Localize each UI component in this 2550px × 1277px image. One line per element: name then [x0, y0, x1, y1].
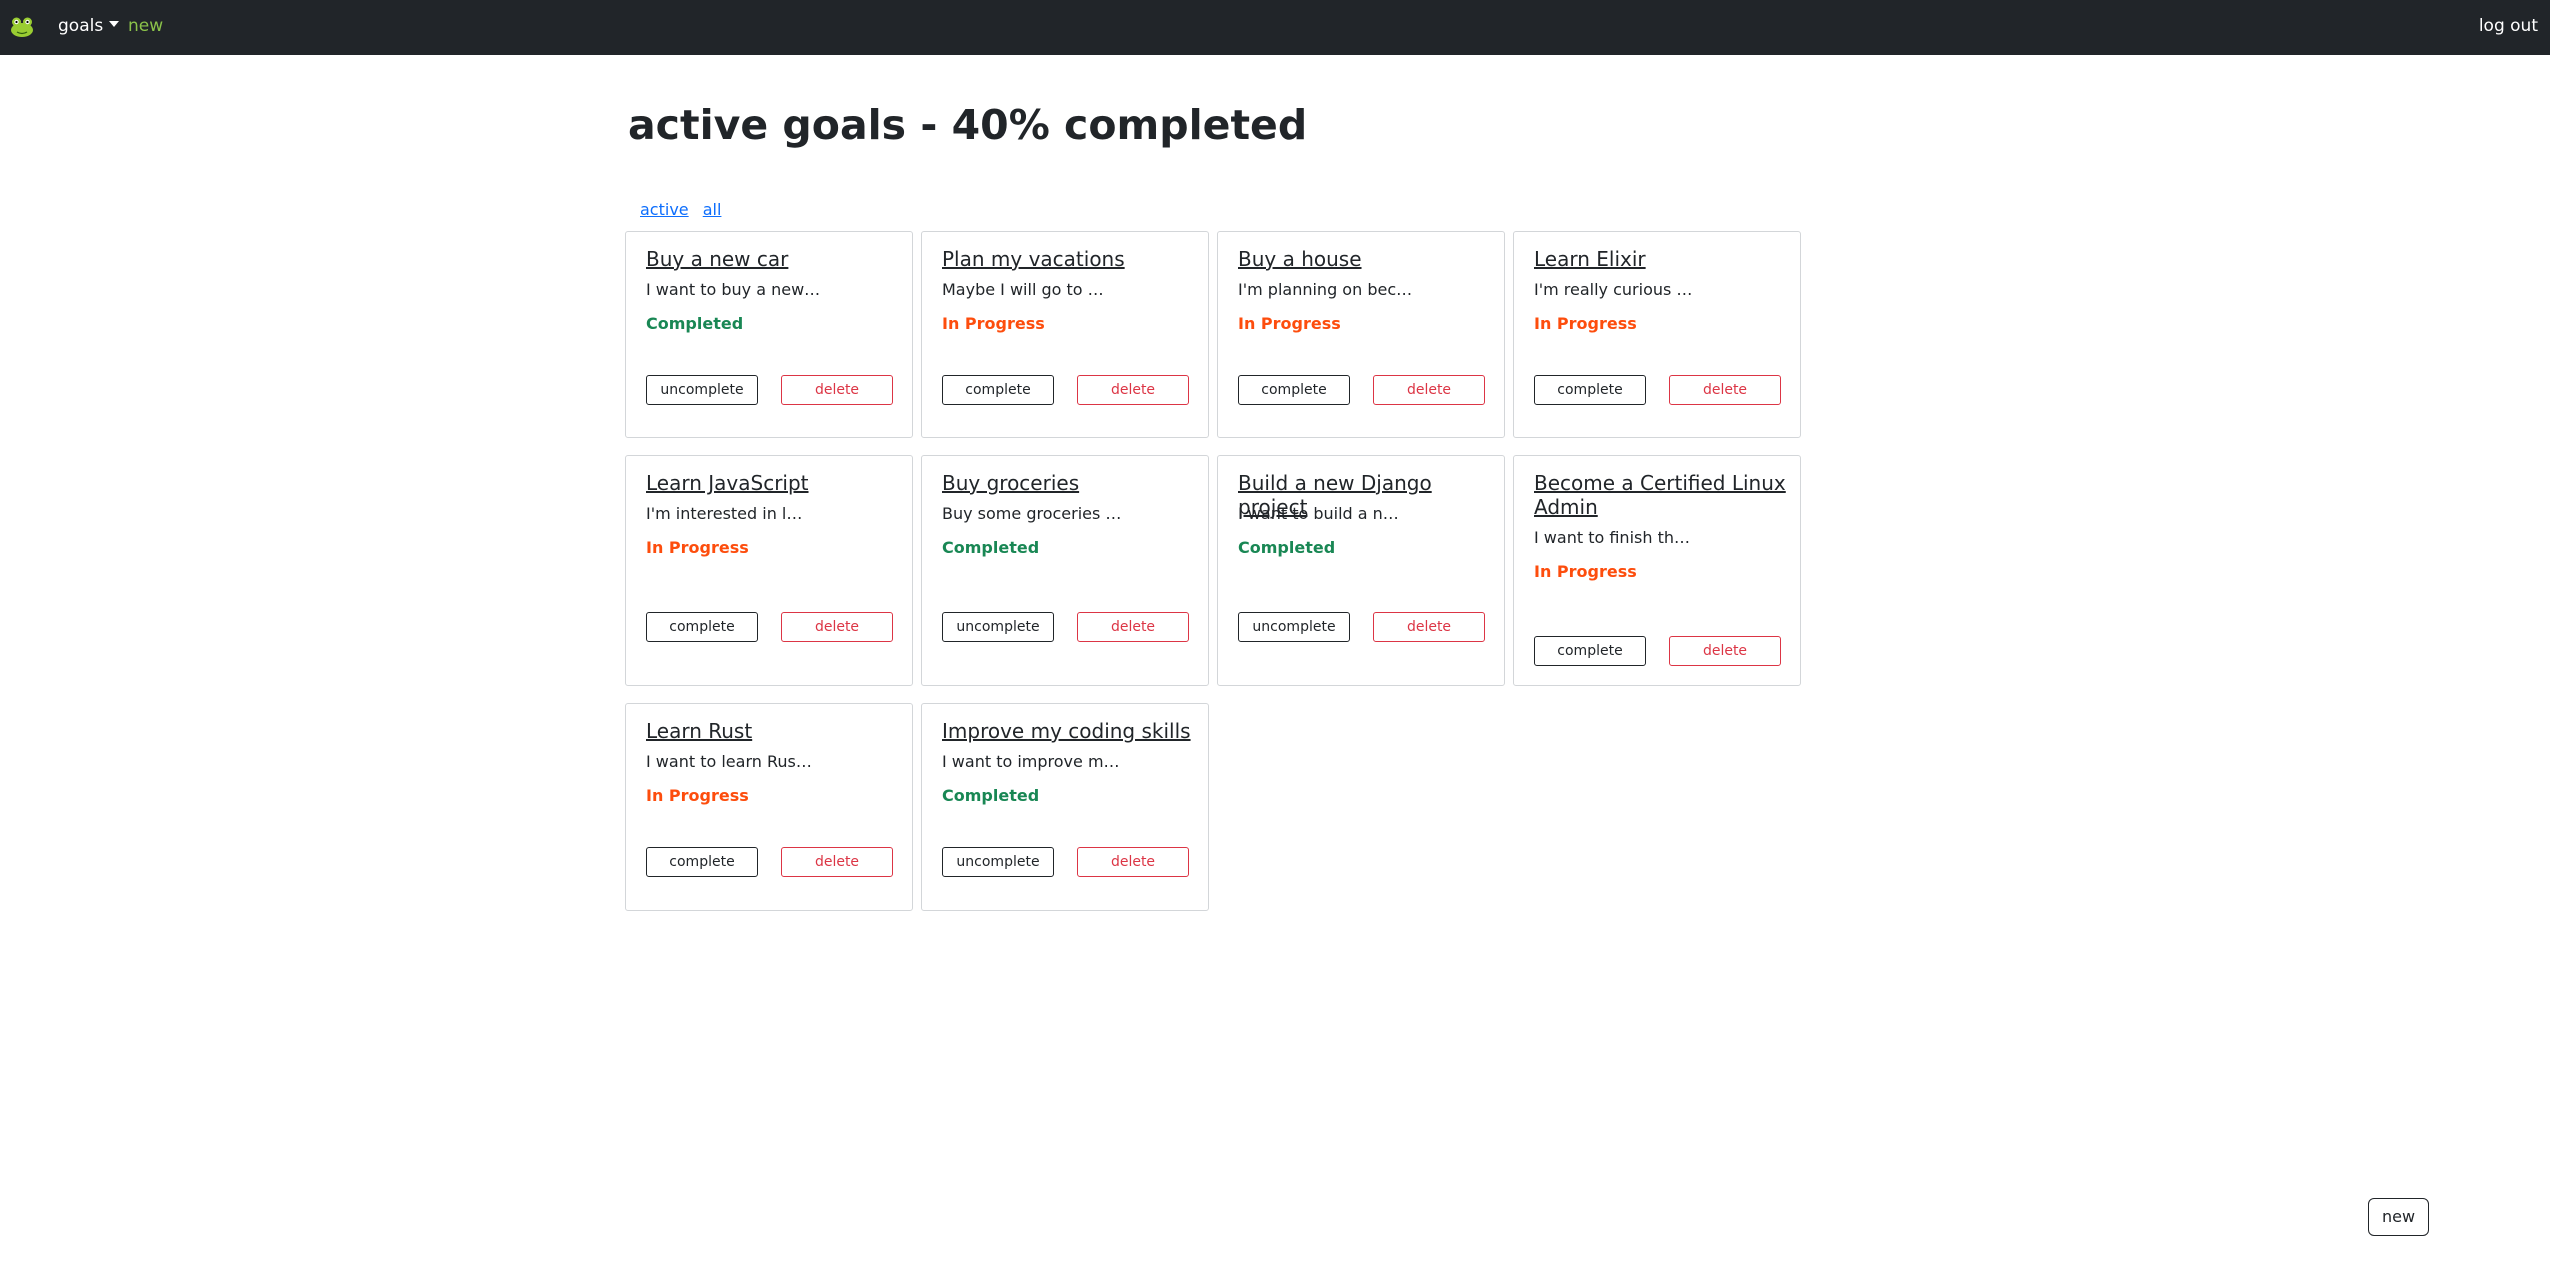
goal-status: In Progress	[942, 314, 1045, 333]
goal-card: Buy groceries Buy some groceries … Complet…	[921, 455, 1209, 686]
goal-title-link[interactable]: Buy a house	[1238, 247, 1490, 271]
nav-new-link[interactable]: new	[128, 16, 163, 36]
delete-button[interactable]: delete	[1669, 375, 1781, 405]
goal-card: Plan my vacations Maybe I will go to … In …	[921, 231, 1209, 438]
goal-description: I'm planning on bec…	[1238, 280, 1413, 299]
goal-status: In Progress	[646, 538, 749, 557]
goal-description: Buy some groceries …	[942, 504, 1122, 523]
goal-card: Become a Certified Linux Admin I want to …	[1513, 455, 1801, 686]
goal-description: I want to improve m…	[942, 752, 1120, 771]
goal-description: I want to learn Rus…	[646, 752, 812, 771]
delete-button[interactable]: delete	[1373, 375, 1485, 405]
goals-dropdown[interactable]: goals	[58, 16, 120, 36]
page-title: active goals - 40% completed	[628, 101, 1308, 149]
goal-status: Completed	[1238, 538, 1336, 557]
goal-filters: active all	[640, 200, 730, 219]
goal-status: In Progress	[1534, 314, 1637, 333]
goal-title-link[interactable]: Plan my vacations	[942, 247, 1194, 271]
complete-button[interactable]: complete	[942, 375, 1054, 405]
goal-title-link[interactable]: Buy a new car	[646, 247, 898, 271]
goal-card: Learn Elixir I'm really curious … In Progr…	[1513, 231, 1801, 438]
top-navbar: goals new log out	[0, 0, 2550, 55]
logout-link[interactable]: log out	[2479, 16, 2538, 36]
new-goal-button[interactable]: new	[2368, 1198, 2429, 1236]
frog-icon[interactable]	[10, 16, 34, 38]
complete-button[interactable]: complete	[646, 847, 758, 877]
complete-button[interactable]: complete	[1238, 375, 1350, 405]
goal-status: In Progress	[1238, 314, 1341, 333]
filter-active-link[interactable]: active	[640, 200, 689, 219]
goal-card: Buy a house I'm planning on bec… In Progre…	[1217, 231, 1505, 438]
delete-button[interactable]: delete	[1077, 847, 1189, 877]
goal-title-link[interactable]: Become a Certified Linux Admin	[1534, 471, 1786, 519]
delete-button[interactable]: delete	[1669, 636, 1781, 666]
goal-status: In Progress	[1534, 562, 1637, 581]
goal-description: Maybe I will go to …	[942, 280, 1104, 299]
uncomplete-button[interactable]: uncomplete	[942, 612, 1054, 642]
goal-title-link[interactable]: Learn Elixir	[1534, 247, 1786, 271]
goal-title-link[interactable]: Improve my coding skills	[942, 719, 1194, 743]
goal-title-link[interactable]: Buy groceries	[942, 471, 1194, 495]
uncomplete-button[interactable]: uncomplete	[1238, 612, 1350, 642]
delete-button[interactable]: delete	[1077, 375, 1189, 405]
goal-status: Completed	[942, 538, 1040, 557]
goal-title-link[interactable]: Learn Rust	[646, 719, 898, 743]
goal-card: Build a new Django project I want to buil…	[1217, 455, 1505, 686]
filter-all-link[interactable]: all	[703, 200, 722, 219]
uncomplete-button[interactable]: uncomplete	[646, 375, 758, 405]
complete-button[interactable]: complete	[1534, 375, 1646, 405]
goal-card: Learn JavaScript I'm interested in l… In P…	[625, 455, 913, 686]
goal-card: Learn Rust I want to learn Rus… In Progres…	[625, 703, 913, 911]
uncomplete-button[interactable]: uncomplete	[942, 847, 1054, 877]
delete-button[interactable]: delete	[781, 375, 893, 405]
goal-description: I'm interested in l…	[646, 504, 803, 523]
goal-description: I want to buy a new…	[646, 280, 821, 299]
goal-title-link[interactable]: Learn JavaScript	[646, 471, 898, 495]
delete-button[interactable]: delete	[1373, 612, 1485, 642]
goal-status: In Progress	[646, 786, 749, 805]
goal-card: Improve my coding skills I want to improv…	[921, 703, 1209, 911]
goal-description: I want to finish th…	[1534, 528, 1690, 547]
caret-down-icon	[109, 21, 120, 27]
complete-button[interactable]: complete	[646, 612, 758, 642]
goal-status: Completed	[646, 314, 744, 333]
delete-button[interactable]: delete	[781, 847, 893, 877]
complete-button[interactable]: complete	[1534, 636, 1646, 666]
goals-dropdown-label: goals	[58, 16, 104, 36]
goal-card: Buy a new car I want to buy a new… Complet…	[625, 231, 913, 438]
goal-description: I'm really curious …	[1534, 280, 1693, 299]
goal-description: I want to build a n…	[1238, 504, 1399, 523]
delete-button[interactable]: delete	[781, 612, 893, 642]
delete-button[interactable]: delete	[1077, 612, 1189, 642]
goal-status: Completed	[942, 786, 1040, 805]
